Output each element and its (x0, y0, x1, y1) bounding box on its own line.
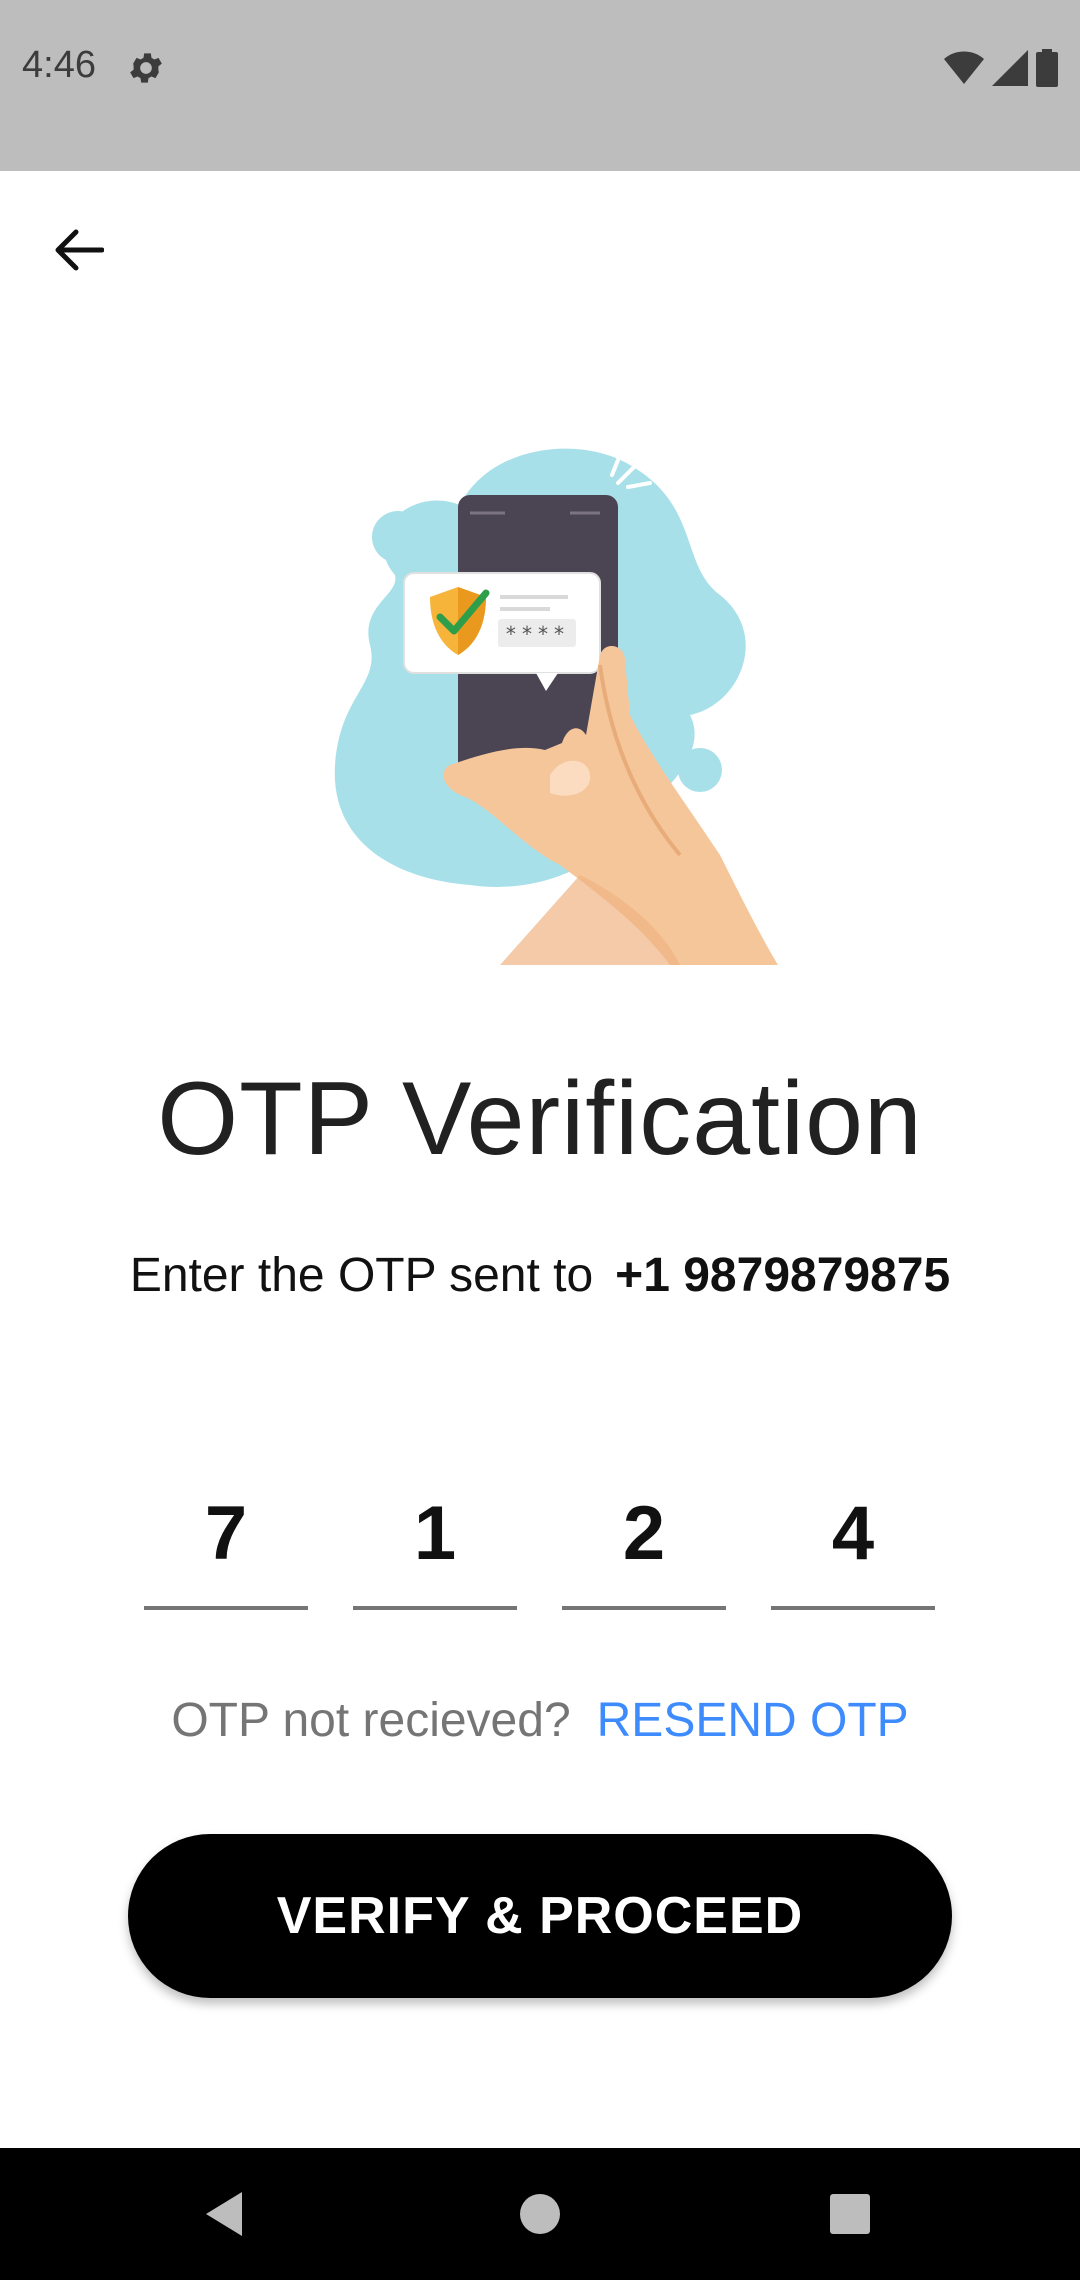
back-triangle-icon (206, 2192, 242, 2236)
back-button[interactable] (40, 212, 116, 288)
otp-instruction: Enter the OTP sent to +1 9879879875 (0, 1248, 1080, 1303)
signal-icon (992, 50, 1028, 86)
home-circle-icon (520, 2194, 560, 2234)
resend-label: OTP not recieved? (171, 1694, 571, 1747)
otp-digit-4[interactable]: 4 (771, 1460, 935, 1610)
resend-row: OTP not recieved? RESEND OTP (0, 1693, 1080, 1748)
otp-verification-screen: 4:46 **** OTP Verification Enter the OTP… (0, 0, 1080, 2280)
status-bar: 4:46 (0, 0, 1080, 171)
battery-icon (1036, 49, 1058, 87)
otp-underline (562, 1606, 726, 1610)
status-icons (944, 48, 1058, 88)
arrow-left-icon (55, 229, 104, 271)
nav-recents-button[interactable] (814, 2178, 886, 2250)
system-nav-bar (0, 2148, 1080, 2280)
phone-verification-illustration: **** (334, 448, 778, 965)
wifi-icon (944, 51, 984, 84)
otp-digit-value: 1 (413, 1491, 457, 1576)
page-title: OTP Verification (157, 1061, 923, 1177)
otp-underline (771, 1606, 935, 1610)
otp-underline (353, 1606, 517, 1610)
otp-underline (144, 1606, 308, 1610)
resend-otp-link[interactable]: RESEND OTP (597, 1694, 909, 1747)
masked-code: **** (505, 622, 569, 646)
verify-proceed-button[interactable]: VERIFY & PROCEED (128, 1834, 952, 1998)
status-time: 4:46 (22, 44, 96, 86)
otp-digit-value: 4 (831, 1491, 875, 1576)
instruction-text: Enter the OTP sent to (129, 1249, 594, 1302)
otp-digit-value: 7 (204, 1491, 248, 1576)
nav-back-button[interactable] (188, 2178, 260, 2250)
otp-input-group: 7 1 2 4 (144, 1460, 936, 1610)
settings-icon (130, 53, 162, 83)
recents-square-icon (830, 2194, 870, 2234)
otp-digit-3[interactable]: 2 (562, 1460, 726, 1610)
otp-digit-value: 2 (622, 1491, 666, 1576)
verify-button-label: VERIFY & PROCEED (276, 1887, 804, 1945)
otp-digit-2[interactable]: 1 (353, 1460, 517, 1610)
phone-number: +1 9879879875 (615, 1249, 951, 1302)
nav-home-button[interactable] (504, 2178, 576, 2250)
otp-digit-1[interactable]: 7 (144, 1460, 308, 1610)
